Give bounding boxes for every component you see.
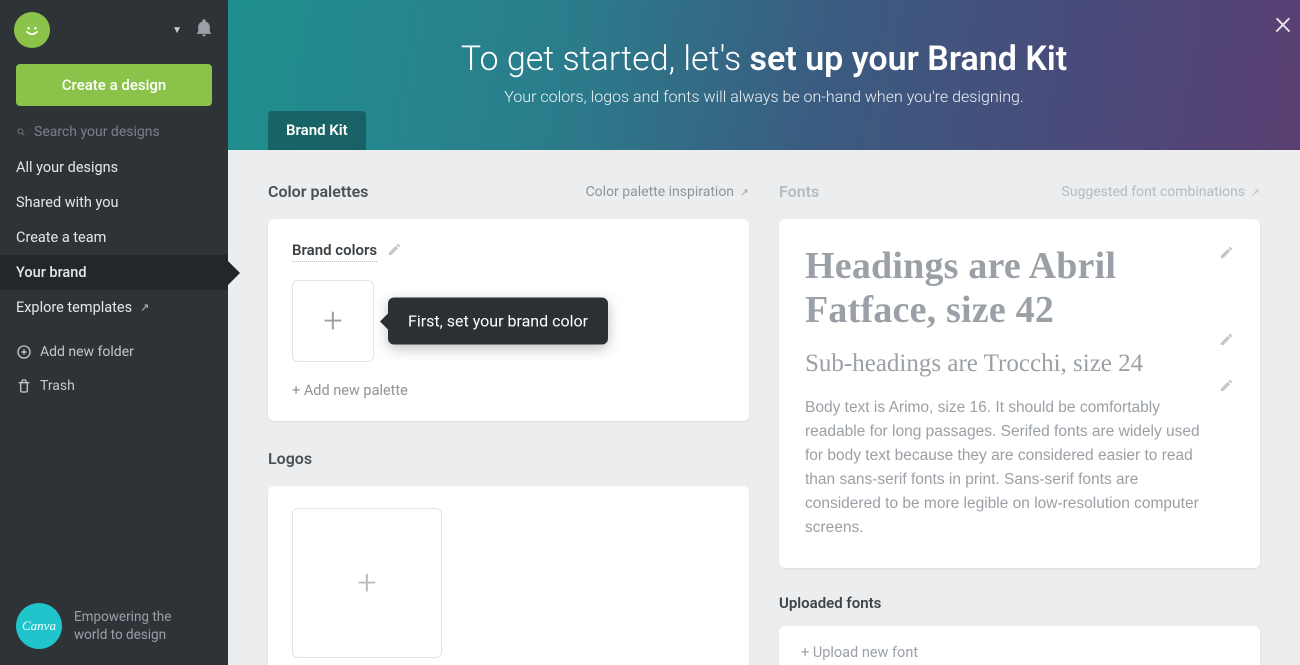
logos-section: Logos + [268, 449, 749, 665]
add-new-palette[interactable]: + Add new palette [292, 382, 725, 399]
fonts-card: Headings are Abril Fatface, size 42 Sub-… [779, 219, 1260, 568]
suggested-fonts-link[interactable]: Suggested font combinations ↗ [1062, 184, 1261, 200]
footer-tagline: Empowering the world to design [74, 608, 171, 644]
color-inspiration-link[interactable]: Color palette inspiration ↗ [586, 184, 749, 200]
hero-banner: × To get started, let's set up your Bran… [228, 0, 1300, 150]
hero-tabs: Brand Kit [268, 111, 438, 150]
hero-title: To get started, let's set up your Brand … [268, 39, 1260, 79]
add-folder-button[interactable]: Add new folder [0, 335, 228, 369]
pencil-icon[interactable] [1219, 245, 1234, 264]
onboarding-tooltip: First, set your brand color [388, 298, 608, 345]
trash-icon [16, 378, 32, 394]
team-name-placeholder [270, 14, 1260, 37]
pencil-icon[interactable] [1219, 378, 1234, 397]
sidebar-item-all-designs[interactable]: All your designs [0, 150, 228, 185]
subheading-font-row[interactable]: Sub-headings are Trocchi, size 24 [805, 332, 1234, 378]
sidebar-folders: Add new folder Trash [0, 335, 228, 403]
external-link-icon: ↗ [1248, 186, 1260, 199]
user-name[interactable] [58, 19, 160, 41]
trash-button[interactable]: Trash [0, 369, 228, 403]
sidebar-item-shared[interactable]: Shared with you [0, 185, 228, 220]
fonts-head: Fonts Suggested font combinations ↗ [779, 182, 1260, 201]
pencil-icon[interactable] [1219, 332, 1234, 351]
avatar[interactable] [14, 12, 50, 48]
add-logo-button[interactable]: + [292, 508, 442, 658]
search-row [0, 120, 228, 150]
canva-logo[interactable]: Canva [16, 603, 62, 649]
plus-icon: + [357, 563, 376, 603]
create-design-button[interactable]: Create a design [16, 64, 212, 106]
sidebar-nav: All your designs Shared with you Create … [0, 150, 228, 325]
sidebar-footer: Canva Empowering the world to design [0, 587, 228, 665]
brand-colors-label-row: Brand colors [292, 241, 725, 262]
subheading-sample: Sub-headings are Trocchi, size 24 [805, 350, 1205, 378]
upload-font-button[interactable]: + Upload new font [779, 626, 1260, 665]
add-folder-label: Add new folder [40, 344, 134, 360]
body-sample: Body text is Arimo, size 16. It should b… [805, 396, 1205, 540]
brand-colors-label[interactable]: Brand colors [292, 241, 377, 262]
heading-font-row[interactable]: Headings are Abril Fatface, size 42 [805, 245, 1234, 332]
nav-label: Your brand [16, 264, 87, 281]
body-font-row[interactable]: Body text is Arimo, size 16. It should b… [805, 378, 1234, 540]
sidebar-item-create-team[interactable]: Create a team [0, 220, 228, 255]
tab-brand-kit[interactable]: Brand Kit [268, 111, 366, 150]
tab-ghost [372, 111, 438, 150]
plus-circle-icon [16, 344, 32, 360]
content: Color palettes Color palette inspiration… [228, 150, 1300, 665]
logos-card: + [268, 486, 749, 665]
brand-colors-card: Brand colors + First, set your brand col… [268, 219, 749, 421]
sidebar-item-your-brand[interactable]: Your brand [0, 255, 228, 290]
sidebar: ▼ Create a design All your designs Share… [0, 0, 228, 665]
hero-subtitle: Your colors, logos and fonts will always… [268, 87, 1260, 106]
sidebar-item-explore-templates[interactable]: Explore templates ↗ [0, 290, 228, 325]
col-left: Color palettes Color palette inspiration… [268, 182, 749, 665]
main: × To get started, let's set up your Bran… [228, 0, 1300, 665]
col-right: Fonts Suggested font combinations ↗ Head… [779, 182, 1260, 665]
color-palettes-head: Color palettes Color palette inspiration… [268, 182, 749, 201]
swatch-row: + First, set your brand color [292, 280, 725, 362]
close-icon[interactable]: × [1274, 6, 1292, 40]
search-input[interactable] [34, 124, 212, 140]
nav-label: All your designs [16, 159, 118, 176]
uploaded-fonts-heading: Uploaded fonts [779, 594, 1260, 612]
nav-label: Create a team [16, 229, 106, 246]
trash-label: Trash [40, 378, 75, 394]
smiley-icon [21, 19, 43, 41]
notifications-icon[interactable] [194, 18, 214, 42]
chevron-down-icon[interactable]: ▼ [168, 25, 186, 36]
search-icon [16, 124, 26, 140]
plus-icon: + [323, 301, 342, 341]
external-link-icon: ↗ [140, 301, 149, 314]
nav-label: Explore templates [16, 299, 132, 316]
pencil-icon[interactable] [387, 242, 402, 261]
color-palettes-heading: Color palettes [268, 182, 368, 201]
sidebar-user-row: ▼ [0, 0, 228, 58]
add-color-swatch[interactable]: + [292, 280, 374, 362]
heading-sample: Headings are Abril Fatface, size 42 [805, 245, 1205, 332]
external-link-icon: ↗ [737, 186, 749, 199]
fonts-heading: Fonts [779, 182, 819, 201]
nav-label: Shared with you [16, 194, 119, 211]
logos-heading: Logos [268, 449, 749, 468]
